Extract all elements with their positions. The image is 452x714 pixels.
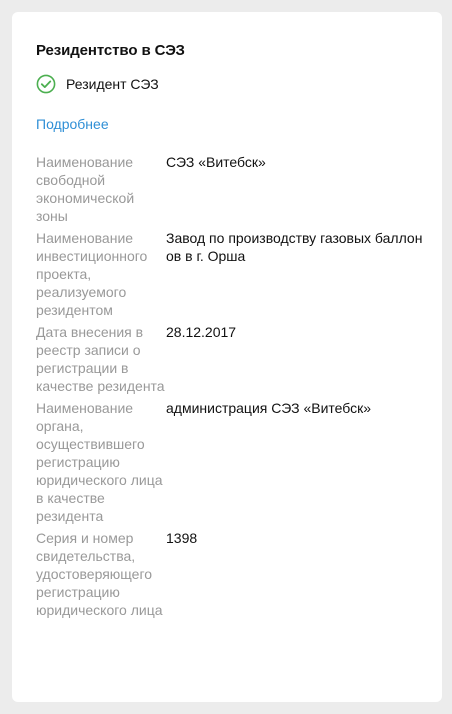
detail-row-certificate-number: Серия и номер свидетельства, удостоверяю… bbox=[36, 529, 426, 619]
details-link[interactable]: Подробнее bbox=[36, 116, 109, 132]
detail-label: Наименование инвестиционного проекта, ре… bbox=[36, 230, 148, 318]
detail-value: администрация СЭЗ «Витебск» bbox=[166, 400, 372, 416]
check-circle-icon bbox=[36, 74, 56, 94]
detail-row-registering-authority: Наименование органа, осуществившего реги… bbox=[36, 399, 426, 525]
detail-value: 1398 bbox=[166, 530, 198, 546]
detail-label: Дата внесения в реестр записи о регистра… bbox=[36, 324, 165, 394]
sez-residency-card: Резидентство в СЭЗ Резидент СЭЗ Подробне… bbox=[12, 12, 442, 702]
detail-label: Наименование органа, осуществившего реги… bbox=[36, 400, 163, 524]
detail-row-registry-date: Дата внесения в реестр записи о регистра… bbox=[36, 323, 426, 395]
detail-value: Завод по производству газовых баллонов в… bbox=[166, 230, 423, 264]
details-list: Наименование свободной экономической зон… bbox=[36, 153, 426, 623]
detail-row-zone-name: Наименование свободной экономической зон… bbox=[36, 153, 426, 225]
detail-value: 28.12.2017 bbox=[166, 324, 237, 340]
resident-status: Резидент СЭЗ bbox=[36, 74, 159, 94]
status-label: Резидент СЭЗ bbox=[66, 76, 159, 92]
detail-value: СЭЗ «Витебск» bbox=[166, 154, 266, 170]
detail-row-project-name: Наименование инвестиционного проекта, ре… bbox=[36, 229, 426, 319]
detail-label: Наименование свободной экономической зон… bbox=[36, 154, 135, 224]
section-title: Резидентство в СЭЗ bbox=[36, 42, 185, 59]
detail-label: Серия и номер свидетельства, удостоверяю… bbox=[36, 530, 163, 618]
